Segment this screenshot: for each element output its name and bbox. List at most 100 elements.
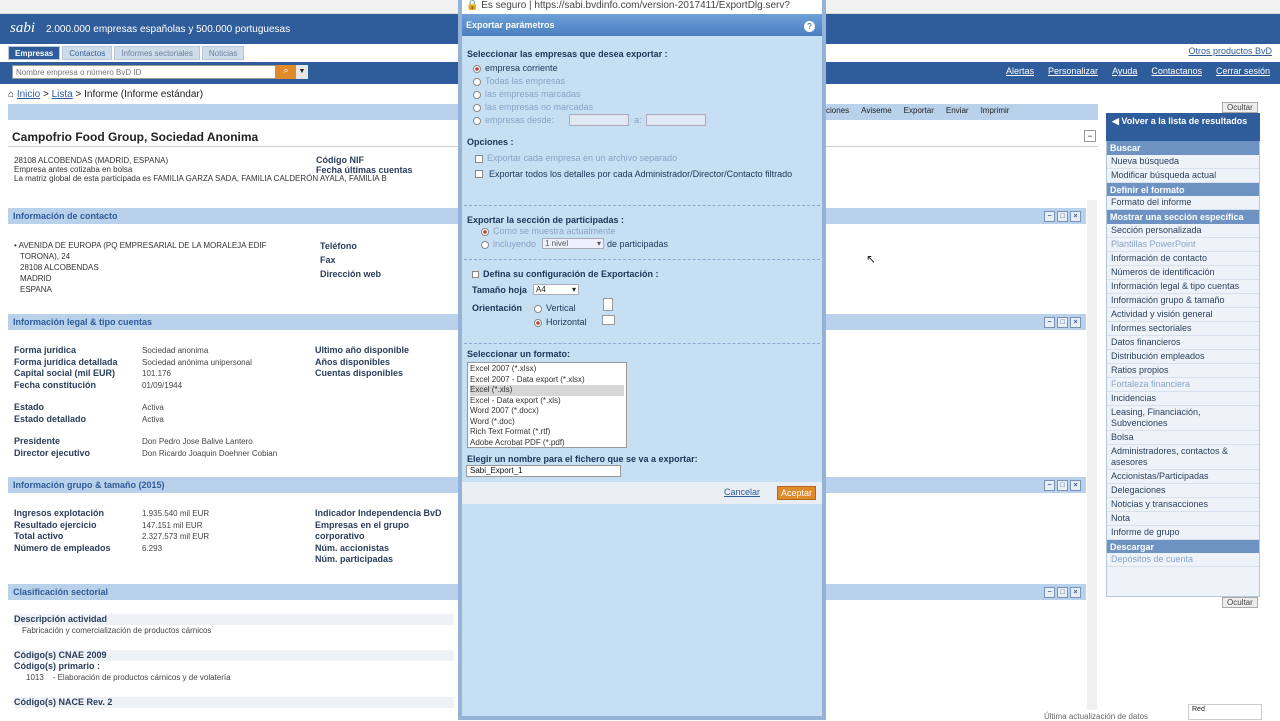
radio-marcadas[interactable]: las empresas marcadas bbox=[473, 88, 593, 101]
format-option[interactable]: Word 2007 (*.docx) bbox=[470, 406, 624, 417]
cancel-button[interactable]: Cancelar bbox=[724, 487, 760, 497]
field-value: 2.327.573 mil EUR bbox=[142, 532, 210, 541]
contactanos-link[interactable]: Contactanos bbox=[1151, 66, 1202, 76]
personalizar-link[interactable]: Personalizar bbox=[1048, 66, 1098, 76]
radio-incluyendo[interactable]: incluyendo bbox=[481, 239, 536, 249]
sidebar-item[interactable]: Números de identificación bbox=[1107, 266, 1259, 280]
sidebar-item[interactable]: Informe de grupo bbox=[1107, 526, 1259, 540]
help-icon[interactable]: ? bbox=[804, 21, 815, 32]
format-option[interactable]: Excel - Data export (*.xls) bbox=[470, 396, 624, 407]
sidebar-item[interactable]: Noticias y transacciones bbox=[1107, 498, 1259, 512]
sidebar-item[interactable]: Información grupo & tamaño bbox=[1107, 294, 1259, 308]
sidebar-item[interactable]: Formato del informe bbox=[1107, 196, 1259, 211]
format-option-selected[interactable]: Excel (*.xls) bbox=[470, 385, 624, 396]
sidebar-item[interactable]: Fortaleza financiera bbox=[1107, 378, 1259, 392]
format-option[interactable]: Word (*.doc) bbox=[470, 417, 624, 428]
restore-icon[interactable]: □ bbox=[1057, 587, 1068, 598]
collapse-icon[interactable] bbox=[472, 271, 479, 279]
checkbox-separado[interactable]: Exportar cada empresa en un archivo sepa… bbox=[475, 153, 677, 163]
radio-empresa-corriente[interactable]: empresa corriente bbox=[473, 62, 593, 75]
page-scrollbar[interactable] bbox=[1087, 200, 1097, 710]
sidebar-item[interactable]: Delegaciones bbox=[1107, 484, 1259, 498]
sidebar-item[interactable]: Informes sectoriales bbox=[1107, 322, 1259, 336]
sidebar-item[interactable]: Información de contacto bbox=[1107, 252, 1259, 266]
alertas-link[interactable]: Alertas bbox=[1006, 66, 1034, 76]
sidebar-item[interactable]: Accionistas/Participadas bbox=[1107, 470, 1259, 484]
sidebar-item[interactable]: Leasing, Financiación, Subvenciones bbox=[1107, 406, 1259, 431]
portrait-page-icon bbox=[603, 298, 613, 311]
ayuda-link[interactable]: Ayuda bbox=[1112, 66, 1137, 76]
imprimir-button[interactable]: Imprimir bbox=[981, 106, 1010, 115]
ocultar-button[interactable]: Ocultar bbox=[1222, 102, 1258, 113]
sidebar-item[interactable]: Bolsa bbox=[1107, 431, 1259, 445]
minimize-icon[interactable]: − bbox=[1044, 587, 1055, 598]
tamano-select[interactable]: A4 ▾ bbox=[533, 284, 579, 295]
tab-informes-sectoriales[interactable]: Informes sectoriales bbox=[114, 46, 200, 60]
exportar-button[interactable]: Exportar bbox=[904, 106, 934, 115]
close-icon[interactable]: × bbox=[1070, 480, 1081, 491]
sidebar-item[interactable]: Administradores, contactos & asesores bbox=[1107, 445, 1259, 470]
chevron-down-icon: ▾ bbox=[571, 285, 576, 294]
tab-noticias[interactable]: Noticias bbox=[201, 46, 245, 60]
radio-horizontal[interactable]: Horizontal bbox=[534, 317, 587, 327]
breadcrumb-inicio[interactable]: Inicio bbox=[17, 89, 40, 100]
format-option[interactable]: Rich Text Format (*.rtf) bbox=[470, 427, 624, 438]
sidebar-item[interactable]: Ratios propios bbox=[1107, 364, 1259, 378]
radio-no-marcadas[interactable]: las empresas no marcadas bbox=[473, 101, 593, 114]
tab-contactos[interactable]: Contactos bbox=[62, 46, 113, 60]
format-option[interactable]: Excel 2007 - Data export (*.xlsx) bbox=[470, 375, 624, 386]
filename-input[interactable]: Sabi_Export_1 bbox=[466, 465, 621, 477]
section-icons: − □ × bbox=[1044, 587, 1081, 598]
format-option[interactable]: Adobe Acrobat PDF (*.pdf) bbox=[470, 438, 624, 448]
enviar-button[interactable]: Enviar bbox=[946, 106, 969, 115]
sidebar-item[interactable]: Distribución empleados bbox=[1107, 350, 1259, 364]
close-icon[interactable]: × bbox=[1070, 317, 1081, 328]
sidebar-item[interactable]: Plantillas PowerPoint bbox=[1107, 238, 1259, 252]
close-icon[interactable]: × bbox=[1070, 587, 1081, 598]
ocultar-button-bottom[interactable]: Ocultar bbox=[1222, 597, 1258, 608]
minimize-icon[interactable]: − bbox=[1044, 480, 1055, 491]
sidebar-item[interactable]: Incidencias bbox=[1107, 392, 1259, 406]
desde-input[interactable] bbox=[569, 114, 629, 126]
nivel-select[interactable]: 1 nivel ▾ bbox=[542, 238, 604, 249]
restore-icon[interactable]: □ bbox=[1057, 480, 1068, 491]
minimize-icon[interactable]: − bbox=[1044, 317, 1055, 328]
radio-icon bbox=[534, 318, 542, 327]
sidebar-item[interactable]: Actividad y visión general bbox=[1107, 308, 1259, 322]
minimize-icon[interactable]: − bbox=[1044, 211, 1055, 222]
collapse-button[interactable]: − bbox=[1084, 130, 1096, 142]
aviseme-button[interactable]: Aviseme bbox=[861, 106, 892, 115]
format-option[interactable]: Excel 2007 (*.xlsx) bbox=[470, 364, 624, 375]
sidebar-item[interactable]: Datos financieros bbox=[1107, 336, 1259, 350]
field-label: Capital social (mil EUR) bbox=[14, 368, 116, 378]
radio-vertical[interactable]: Vertical bbox=[534, 303, 576, 313]
search-input[interactable] bbox=[12, 65, 276, 79]
search-dropdown-button[interactable]: ▼ bbox=[296, 65, 308, 79]
sidebar-item[interactable]: Nota bbox=[1107, 512, 1259, 526]
sidebar-item[interactable]: Nueva búsqueda bbox=[1107, 155, 1259, 169]
checkbox-detalles[interactable]: Exportar todos los detalles por cada Adm… bbox=[475, 168, 821, 181]
close-icon[interactable]: × bbox=[1070, 211, 1081, 222]
sidebar-item[interactable]: Sección personalizada bbox=[1107, 224, 1259, 238]
radio-como-muestra[interactable]: Como se muestra actualmente bbox=[481, 226, 616, 236]
otros-productos-link[interactable]: Otros productos BvD bbox=[1188, 46, 1272, 56]
acciones-button[interactable]: ciones bbox=[826, 106, 849, 115]
option-label: empresa corriente bbox=[485, 63, 558, 73]
sidebar-item[interactable]: Depósitos de cuenta bbox=[1107, 553, 1259, 568]
format-listbox[interactable]: Excel 2007 (*.xlsx) Excel 2007 - Data ex… bbox=[467, 362, 627, 448]
section-title: Clasificación sectorial bbox=[13, 587, 109, 597]
accept-button[interactable]: Aceptar bbox=[777, 486, 817, 500]
restore-icon[interactable]: □ bbox=[1057, 211, 1068, 222]
breadcrumb-lista[interactable]: Lista bbox=[52, 89, 73, 100]
nace-label: Código(s) NACE Rev. 2 bbox=[14, 697, 454, 708]
radio-todas[interactable]: Todas las empresas bbox=[473, 75, 593, 88]
sidebar-item[interactable]: Información legal & tipo cuentas bbox=[1107, 280, 1259, 294]
field-label: Forma jurídica detallada bbox=[14, 356, 118, 367]
volver-button[interactable]: ◀ Volver a la lista de resultados bbox=[1106, 113, 1260, 141]
restore-icon[interactable]: □ bbox=[1057, 317, 1068, 328]
search-button[interactable]: ⌕ bbox=[276, 65, 296, 79]
sidebar-item[interactable]: Modificar búsqueda actual bbox=[1107, 169, 1259, 183]
cerrar-sesion-link[interactable]: Cerrar sesión bbox=[1216, 66, 1270, 76]
hasta-input[interactable] bbox=[646, 114, 706, 126]
tab-empresas[interactable]: Empresas bbox=[8, 46, 61, 60]
